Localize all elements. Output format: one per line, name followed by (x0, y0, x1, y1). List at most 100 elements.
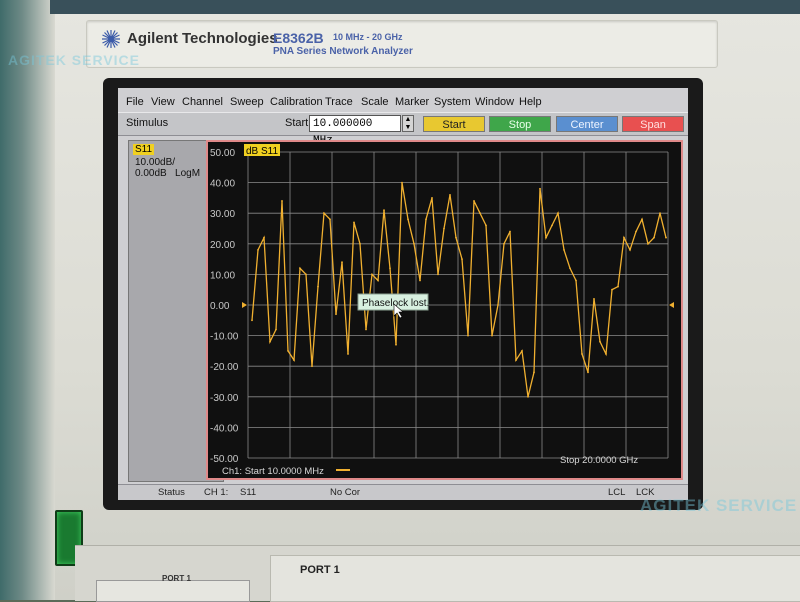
top-strip (50, 0, 800, 14)
s11-trace-point (443, 227, 445, 230)
s11-trace-point (377, 279, 379, 282)
scale-per-div: 10.00dB/ (135, 157, 176, 168)
s11-trace-point (605, 353, 607, 355)
y-tick-label: -20.00 (210, 362, 239, 373)
s11-trace-point (503, 242, 505, 245)
menu-marker[interactable]: Marker (395, 96, 429, 108)
s11-trace-point (551, 224, 553, 227)
status-lcl: LCL (608, 487, 626, 498)
brand-name: Agilent Technologies (127, 30, 278, 47)
trace-tag[interactable]: S11 (133, 144, 155, 155)
s11-trace-point (479, 212, 481, 215)
y-tick-label: 50.00 (210, 148, 235, 159)
s11-trace-point (341, 261, 343, 264)
y-tick-label: 0.00 (210, 301, 230, 312)
s11-trace-point (557, 212, 559, 215)
status-bar: Status CH 1: S11 No Cor LCL LCK (118, 484, 688, 500)
s11-trace-point (425, 218, 427, 221)
status-correction: No Cor (330, 487, 361, 498)
port1-label: PORT 1 (300, 564, 340, 576)
s11-trace-point (575, 279, 577, 282)
plot-area[interactable]: 50.00 40.00 30.00 20.00 10.00 0.00 -10.00 -20.0… (206, 140, 683, 480)
s11-trace-point (311, 365, 313, 368)
s11-trace-point (581, 353, 583, 355)
agilent-logo-icon (102, 30, 120, 48)
s11-trace-point (449, 193, 451, 196)
s11-trace-point (305, 273, 307, 276)
s11-trace-point (635, 230, 637, 233)
s11-trace-point (509, 230, 511, 233)
s11-trace-point (413, 242, 415, 245)
s11-trace-point (281, 200, 283, 202)
s11-trace-point (389, 267, 391, 270)
s11-trace-point (569, 267, 571, 270)
s11-trace-point (365, 328, 367, 331)
y-tick-label: 30.00 (210, 209, 235, 220)
s11-trace-point (287, 350, 289, 352)
spin-up-icon[interactable]: ▲ (403, 116, 413, 124)
port1-small-label: PORT 1 (162, 574, 191, 583)
menu-trace[interactable]: Trace (325, 96, 353, 108)
s11-trace-line (251, 182, 667, 397)
watermark-bottom: AGITEK SERVICE (640, 496, 798, 515)
s11-trace-point (323, 212, 325, 215)
menu-window[interactable]: Window (475, 96, 514, 108)
s11-trace-point (395, 343, 397, 346)
y-tick-label: 20.00 (210, 240, 235, 251)
s11-trace-point (317, 285, 319, 288)
ref-marker-right (669, 302, 674, 308)
y-tick-label: -10.00 (210, 332, 239, 343)
s11-trace-point (251, 319, 253, 322)
s11-trace-point (515, 359, 517, 361)
start-frequency-input[interactable]: 10.000000 MHz (309, 115, 401, 147)
s11-trace-point (347, 353, 349, 355)
s11-trace-point (461, 258, 463, 260)
menu-bar: File View Channel Sweep Calibration Trac… (118, 94, 688, 110)
port-panel (270, 555, 800, 602)
scale-reference: 0.00dB LogM (135, 168, 201, 179)
format-label: LogM (175, 168, 201, 179)
s11-trace-point (533, 371, 535, 374)
s11-trace-point (419, 279, 421, 282)
port-connector[interactable] (96, 580, 250, 602)
s11-trace-point (641, 218, 643, 221)
brand-plate: Agilent Technologies E8362B 10 MHz - 20 … (86, 20, 718, 68)
menu-help[interactable]: Help (519, 96, 542, 108)
menu-calibration[interactable]: Calibration (270, 96, 323, 108)
s11-trace-point (401, 181, 403, 184)
status-channel: CH 1: (204, 487, 229, 498)
menu-system[interactable]: System (434, 96, 471, 108)
start-spinner[interactable]: ▲ ▼ (402, 115, 414, 132)
spin-down-icon[interactable]: ▼ (403, 124, 413, 132)
s11-trace-point (485, 224, 487, 227)
s11-trace-point (545, 236, 547, 239)
y-tick-label: 10.00 (210, 270, 235, 281)
s11-trace-point (263, 236, 265, 239)
stop-button[interactable]: Stop (489, 116, 551, 132)
menu-file[interactable]: File (126, 96, 144, 108)
stimulus-label: Stimulus (126, 117, 169, 129)
start-button[interactable]: Start (423, 116, 485, 132)
s11-trace-point (611, 288, 613, 291)
menu-scale[interactable]: Scale (361, 96, 389, 108)
y-tick-label: -50.00 (210, 454, 239, 465)
s11-trace-point (647, 242, 649, 245)
s11-trace-point (299, 267, 301, 270)
s11-trace-point (359, 242, 361, 245)
s11-trace-point (275, 328, 277, 331)
watermark-top: AGITEK SERVICE (8, 52, 140, 68)
s11-trace-point (623, 236, 625, 239)
menu-sweep[interactable]: Sweep (230, 96, 264, 108)
s11-chart: 50.00 40.00 30.00 20.00 10.00 0.00 -10.00 -20.0… (210, 144, 674, 477)
s11-trace-point (617, 285, 619, 288)
s11-trace-point (491, 334, 493, 337)
menu-channel[interactable]: Channel (182, 96, 223, 108)
span-button[interactable]: Span (622, 116, 684, 132)
y-tick-label: 40.00 (210, 179, 235, 190)
menu-view[interactable]: View (151, 96, 175, 108)
center-button[interactable]: Center (556, 116, 618, 132)
s11-trace-point (383, 209, 385, 212)
s11-trace-point (467, 334, 469, 337)
y-tick-label: -40.00 (210, 423, 239, 434)
s11-trace-point (539, 187, 541, 190)
